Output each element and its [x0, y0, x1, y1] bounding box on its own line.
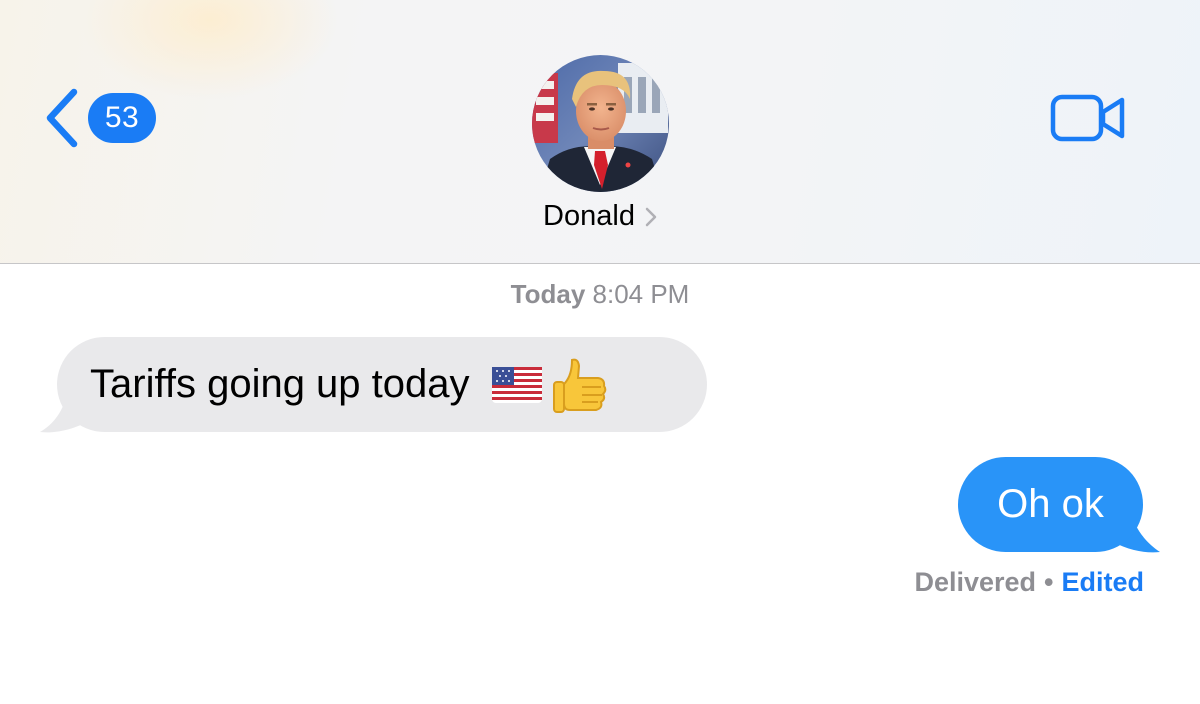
incoming-message-bubble[interactable]: Tariffs going up today: [57, 337, 707, 432]
message-timestamp: Today 8:04 PM: [0, 279, 1200, 310]
outgoing-message-bubble[interactable]: Oh ok: [958, 457, 1143, 552]
contact-name: Donald: [543, 200, 635, 232]
back-button[interactable]: 53: [40, 86, 156, 150]
contact-name-button[interactable]: Donald: [0, 200, 1200, 233]
delivery-status: Delivered • Edited: [914, 567, 1144, 598]
navigation-header: 53 Donald: [0, 0, 1200, 264]
thumbs-up-emoji: [552, 358, 606, 413]
edited-link[interactable]: Edited: [1061, 567, 1144, 597]
incoming-message: Tariffs going up today: [90, 356, 608, 414]
chevron-left-icon: [46, 88, 78, 148]
video-camera-icon: [1050, 94, 1125, 142]
chevron-right-icon: [645, 207, 657, 226]
status-separator: •: [1044, 567, 1054, 597]
timestamp-day: Today: [510, 279, 586, 309]
us-flag-emoji: [491, 366, 542, 403]
avatar-photo: [532, 55, 669, 192]
delivered-label: Delivered: [914, 567, 1037, 597]
unread-count-badge: 53: [88, 93, 156, 143]
incoming-message-text: Tariffs going up today: [90, 362, 470, 406]
timestamp-time: 8:04 PM: [592, 279, 690, 309]
outgoing-message-text: Oh ok: [997, 482, 1104, 526]
contact-avatar[interactable]: [532, 55, 669, 192]
video-call-button[interactable]: [1050, 94, 1126, 142]
header-glow: [80, 0, 340, 100]
